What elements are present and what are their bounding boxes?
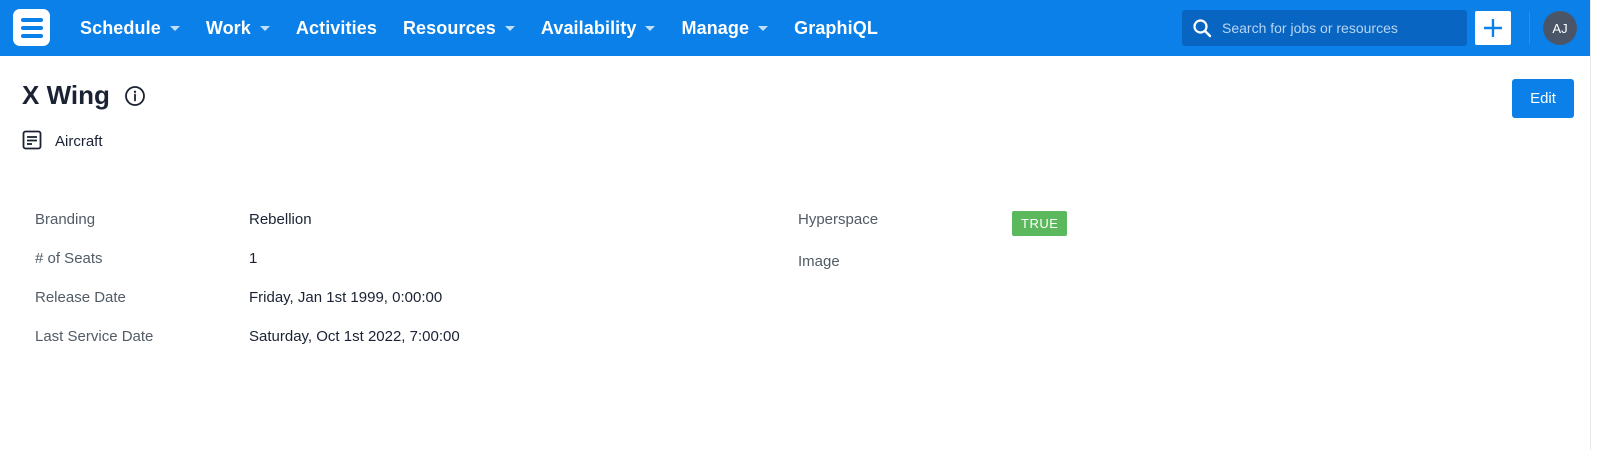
- nav-item-graphiql[interactable]: GraphiQL: [794, 18, 878, 39]
- nav-item-resources[interactable]: Resources: [403, 18, 515, 39]
- field-label-image: Image: [798, 253, 840, 270]
- nav-item-label: Activities: [295, 17, 377, 38]
- field-label-hyperspace: Hyperspace: [798, 211, 879, 228]
- plus-icon: [1484, 19, 1502, 37]
- field-value-last-service-date: Saturday, Oct 1st 2022, 7:00:00: [249, 328, 460, 345]
- nav-item-activities[interactable]: Activities: [296, 18, 377, 39]
- document-type-icon: [22, 130, 42, 150]
- field-label-seats: # of Seats: [35, 250, 103, 267]
- field-label-last-service-date: Last Service Date: [35, 328, 154, 345]
- page-title: X Wing: [22, 80, 110, 110]
- nav-item-label: Availability: [540, 17, 637, 38]
- app-logo-icon[interactable]: [13, 9, 50, 46]
- search-icon: [1193, 19, 1212, 38]
- resource-type-label: Aircraft: [55, 133, 103, 150]
- nav-item-manage[interactable]: Manage: [681, 17, 769, 39]
- user-avatar[interactable]: AJ: [1543, 11, 1577, 45]
- field-value-seats: 1: [249, 250, 258, 267]
- edit-button[interactable]: Edit: [1512, 79, 1574, 118]
- chevron-down-icon: [259, 25, 270, 31]
- top-navigation-bar: Schedule Work Activities Resources Avail…: [0, 0, 1590, 56]
- nav-item-label: GraphiQL: [794, 17, 878, 38]
- search-box[interactable]: [1182, 10, 1467, 46]
- nav-divider: [1529, 12, 1530, 44]
- status-badge: TRUE: [1012, 211, 1068, 236]
- main-nav: Schedule Work Activities Resources Avail…: [80, 0, 904, 56]
- chevron-down-icon: [758, 25, 769, 31]
- nav-item-label: Resources: [402, 17, 496, 38]
- nav-item-work[interactable]: Work: [206, 18, 270, 39]
- create-button[interactable]: [1475, 11, 1511, 45]
- field-value-release-date: Friday, Jan 1st 1999, 0:00:00: [249, 289, 443, 306]
- chevron-down-icon: [169, 25, 180, 31]
- field-label-branding: Branding: [35, 211, 96, 228]
- nav-item-availability[interactable]: Availability: [541, 18, 656, 39]
- field-value-branding: Rebellion: [249, 211, 312, 228]
- scrollbar[interactable]: [1590, 0, 1600, 450]
- search-input[interactable]: [1222, 20, 1452, 36]
- nav-item-label: Manage: [681, 17, 750, 38]
- avatar-initials: AJ: [1552, 20, 1568, 36]
- field-label-release-date: Release Date: [35, 289, 126, 306]
- nav-item-label: Schedule: [80, 17, 161, 38]
- chevron-down-icon: [645, 25, 656, 31]
- nav-item-label: Work: [205, 17, 251, 38]
- chevron-down-icon: [504, 25, 515, 31]
- info-icon[interactable]: [124, 85, 146, 107]
- nav-item-schedule[interactable]: Schedule: [80, 18, 180, 39]
